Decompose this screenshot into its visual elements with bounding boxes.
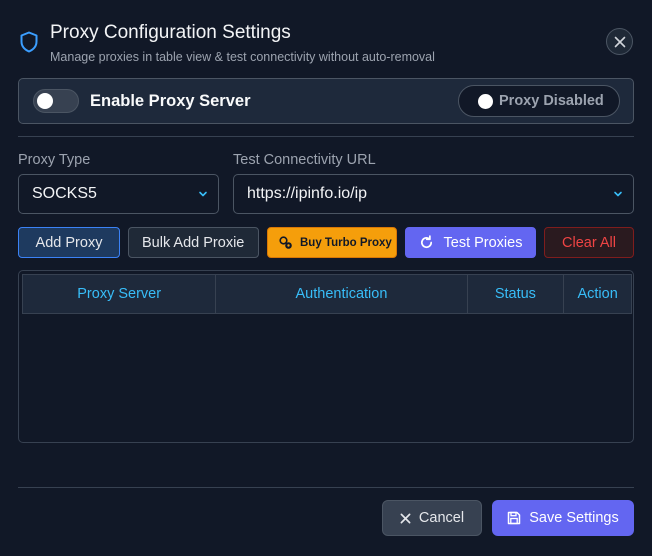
clear-all-label: Clear All: [562, 234, 616, 251]
proxy-type-label: Proxy Type: [18, 152, 91, 168]
proxy-type-select[interactable]: SOCKS5: [18, 174, 219, 214]
table-header: Proxy Server Authentication Status Actio…: [22, 274, 632, 314]
coins-icon: [279, 235, 292, 249]
toggle-knob: [37, 93, 53, 109]
cancel-label: Cancel: [418, 510, 465, 526]
clear-all-button[interactable]: Clear All: [544, 227, 634, 258]
test-proxies-label: Test Proxies: [443, 234, 523, 251]
column-header-authentication: Authentication: [216, 275, 468, 313]
proxy-settings-dialog: Proxy Configuration Settings Manage prox…: [0, 0, 652, 556]
column-header-action: Action: [577, 286, 618, 302]
buy-turbo-proxy-button[interactable]: Buy Turbo Proxy: [267, 227, 397, 258]
test-url-value: https://ipinfo.io/ip: [247, 185, 368, 202]
save-settings-button[interactable]: Save Settings: [492, 500, 634, 536]
test-url-label: Test Connectivity URL: [233, 152, 376, 168]
add-proxy-button[interactable]: Add Proxy: [18, 227, 120, 258]
proxy-table: Proxy Server Authentication Status Actio…: [18, 270, 634, 443]
footer-divider: [18, 487, 634, 488]
proxy-type-value: SOCKS5: [32, 185, 97, 202]
divider: [18, 136, 634, 137]
column-header-status: Status: [468, 275, 565, 313]
enable-proxy-toggle[interactable]: [33, 89, 79, 113]
close-icon: [614, 36, 625, 47]
dialog-title: Proxy Configuration Settings: [50, 22, 291, 43]
close-icon: [400, 513, 411, 523]
enable-proxy-panel: Enable Proxy Server Proxy Disabled: [18, 78, 634, 124]
bulk-add-proxies-button[interactable]: Bulk Add Proxie: [128, 227, 259, 258]
save-icon: [508, 511, 521, 525]
cancel-button[interactable]: Cancel: [382, 500, 482, 536]
enable-proxy-label: Enable Proxy Server: [90, 92, 251, 110]
refresh-icon: [420, 235, 432, 249]
status-dot-icon: [478, 93, 493, 109]
buy-turbo-label: Buy Turbo Proxy: [300, 236, 392, 249]
shield-icon: [19, 31, 39, 53]
column-header-proxy-server: Proxy Server: [23, 275, 217, 313]
test-url-select[interactable]: https://ipinfo.io/ip: [233, 174, 634, 214]
close-button[interactable]: [606, 28, 633, 55]
chevron-down-icon: [614, 191, 622, 197]
chevron-down-icon: [199, 191, 207, 197]
save-settings-label: Save Settings: [529, 510, 619, 526]
add-proxy-label: Add Proxy: [35, 234, 103, 251]
proxy-status-badge: Proxy Disabled: [458, 85, 620, 117]
proxy-status-text: Proxy Disabled: [499, 93, 604, 109]
test-proxies-button[interactable]: Test Proxies: [405, 227, 536, 258]
bulk-add-label: Bulk Add Proxie: [142, 234, 245, 251]
dialog-subtitle: Manage proxies in table view & test conn…: [50, 50, 435, 64]
